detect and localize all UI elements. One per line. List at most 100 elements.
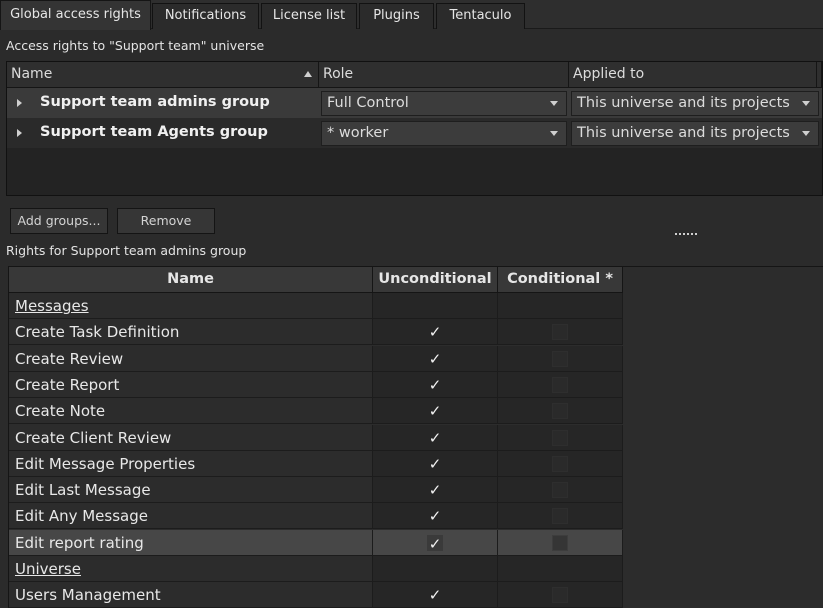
category-label: Universe [9,556,373,582]
unconditional-cell[interactable]: ✓ [373,529,498,556]
category-label: Messages [9,293,373,319]
right-row[interactable]: Edit Any Message ✓ [9,503,623,530]
column-header-name-label: Name [11,66,53,82]
column-header-unconditional[interactable]: Unconditional [373,267,498,293]
conditional-checkbox[interactable] [552,376,568,393]
rights-caption: Rights for Support team admins group [6,243,247,258]
applied-to-combobox[interactable]: This universe and its projects [571,121,819,146]
conditional-cell[interactable] [498,529,623,556]
conditional-cell[interactable] [498,371,623,398]
conditional-cell[interactable] [498,319,623,346]
unconditional-checkbox[interactable]: ✓ [429,429,442,447]
unconditional-cell[interactable]: ✓ [373,371,498,398]
column-header-name[interactable]: Name [9,267,373,293]
conditional-checkbox[interactable] [552,482,568,499]
unconditional-checkbox[interactable]: ✓ [429,586,442,604]
conditional-cell[interactable] [498,424,623,451]
conditional-cell[interactable] [498,345,623,372]
unconditional-checkbox[interactable]: ✓ [429,376,442,394]
splitter-handle[interactable] [675,233,697,237]
unconditional-checkbox[interactable]: ✓ [429,481,442,499]
column-header-name[interactable]: Name [7,62,319,88]
unconditional-cell[interactable]: ✓ [373,345,498,372]
conditional-cell[interactable] [498,398,623,425]
column-header-filler [817,62,822,88]
column-header-role[interactable]: Role [319,62,569,88]
role-combobox[interactable]: * worker [321,121,567,146]
unconditional-cell[interactable]: ✓ [373,319,498,346]
conditional-cell[interactable] [498,450,623,477]
unconditional-cell[interactable]: ✓ [373,503,498,530]
conditional-checkbox[interactable] [552,350,568,367]
unconditional-checkbox[interactable]: ✓ [429,455,442,473]
unconditional-checkbox[interactable]: ✓ [429,350,442,368]
tab-license-list[interactable]: License list [261,3,357,29]
expand-arrow-icon[interactable] [17,129,22,137]
tab-tentaculo[interactable]: Tentaculo [436,3,525,29]
right-name: Edit Last Message [9,477,373,504]
group-row[interactable]: Support team admins group Full Control T… [7,88,822,118]
role-value: * worker [327,125,389,141]
right-row[interactable]: Users Management ✓ [9,582,623,608]
right-row[interactable]: Create Note ✓ [9,398,623,425]
category-row[interactable]: Universe [9,556,623,582]
conditional-checkbox[interactable] [552,403,568,420]
category-row[interactable]: Messages [9,293,623,319]
group-name: Support team Agents group [40,124,268,140]
unconditional-cell[interactable]: ✓ [373,477,498,504]
expand-arrow-icon[interactable] [17,99,22,107]
conditional-cell[interactable] [498,503,623,530]
applied-to-value: This universe and its projects [577,95,790,111]
unconditional-checkbox[interactable]: ✓ [429,323,442,341]
right-row[interactable]: Create Review ✓ [9,345,623,372]
tab-global-access-rights[interactable]: Global access rights [0,0,151,30]
conditional-cell[interactable] [498,293,623,319]
access-caption: Access rights to "Support team" universe [6,38,265,53]
conditional-cell[interactable] [498,556,623,582]
role-value: Full Control [327,95,409,111]
right-row[interactable]: Create Report ✓ [9,371,623,398]
tab-notifications[interactable]: Notifications [152,3,259,29]
right-row[interactable]: Create Client Review ✓ [9,424,623,451]
conditional-checkbox[interactable] [552,324,568,341]
right-name: Create Report [9,371,373,398]
unconditional-cell[interactable]: ✓ [373,424,498,451]
role-combobox[interactable]: Full Control [321,91,567,116]
add-groups-button[interactable]: Add groups... [10,208,108,234]
right-name: Create Note [9,398,373,425]
column-header-applied-to[interactable]: Applied to [569,62,817,88]
right-row[interactable]: Edit report rating ✓ [9,529,623,556]
right-name: Edit Any Message [9,503,373,530]
conditional-checkbox[interactable] [552,587,568,604]
rights-table: Name Unconditional Conditional * Message… [8,266,823,608]
chevron-down-icon [802,101,810,106]
unconditional-cell[interactable] [373,556,498,582]
sort-ascending-icon [304,71,312,77]
conditional-cell[interactable] [498,582,623,608]
conditional-checkbox[interactable] [552,455,568,472]
right-row[interactable]: Create Task Definition ✓ [9,319,623,346]
unconditional-cell[interactable]: ✓ [373,450,498,477]
conditional-cell[interactable] [498,477,623,504]
unconditional-cell[interactable] [373,293,498,319]
unconditional-cell[interactable]: ✓ [373,398,498,425]
applied-to-combobox[interactable]: This universe and its projects [571,91,819,116]
unconditional-checkbox[interactable]: ✓ [429,507,442,525]
right-name: Edit report rating [9,529,373,556]
unconditional-checkbox[interactable]: ✓ [427,534,443,552]
right-row[interactable]: Edit Message Properties ✓ [9,450,623,477]
tab-bar: Global access rights Notifications Licen… [0,0,823,30]
column-header-conditional[interactable]: Conditional * [498,267,623,293]
unconditional-checkbox[interactable]: ✓ [429,402,442,420]
remove-button[interactable]: Remove [117,208,215,234]
group-row[interactable]: Support team Agents group * worker This … [7,118,822,148]
chevron-down-icon [550,131,558,136]
right-row[interactable]: Edit Last Message ✓ [9,477,623,504]
conditional-checkbox[interactable] [552,534,568,551]
group-name: Support team admins group [40,94,270,110]
right-name: Edit Message Properties [9,450,373,477]
tab-plugins[interactable]: Plugins [359,3,434,29]
unconditional-cell[interactable]: ✓ [373,582,498,608]
conditional-checkbox[interactable] [552,508,568,525]
conditional-checkbox[interactable] [552,429,568,446]
